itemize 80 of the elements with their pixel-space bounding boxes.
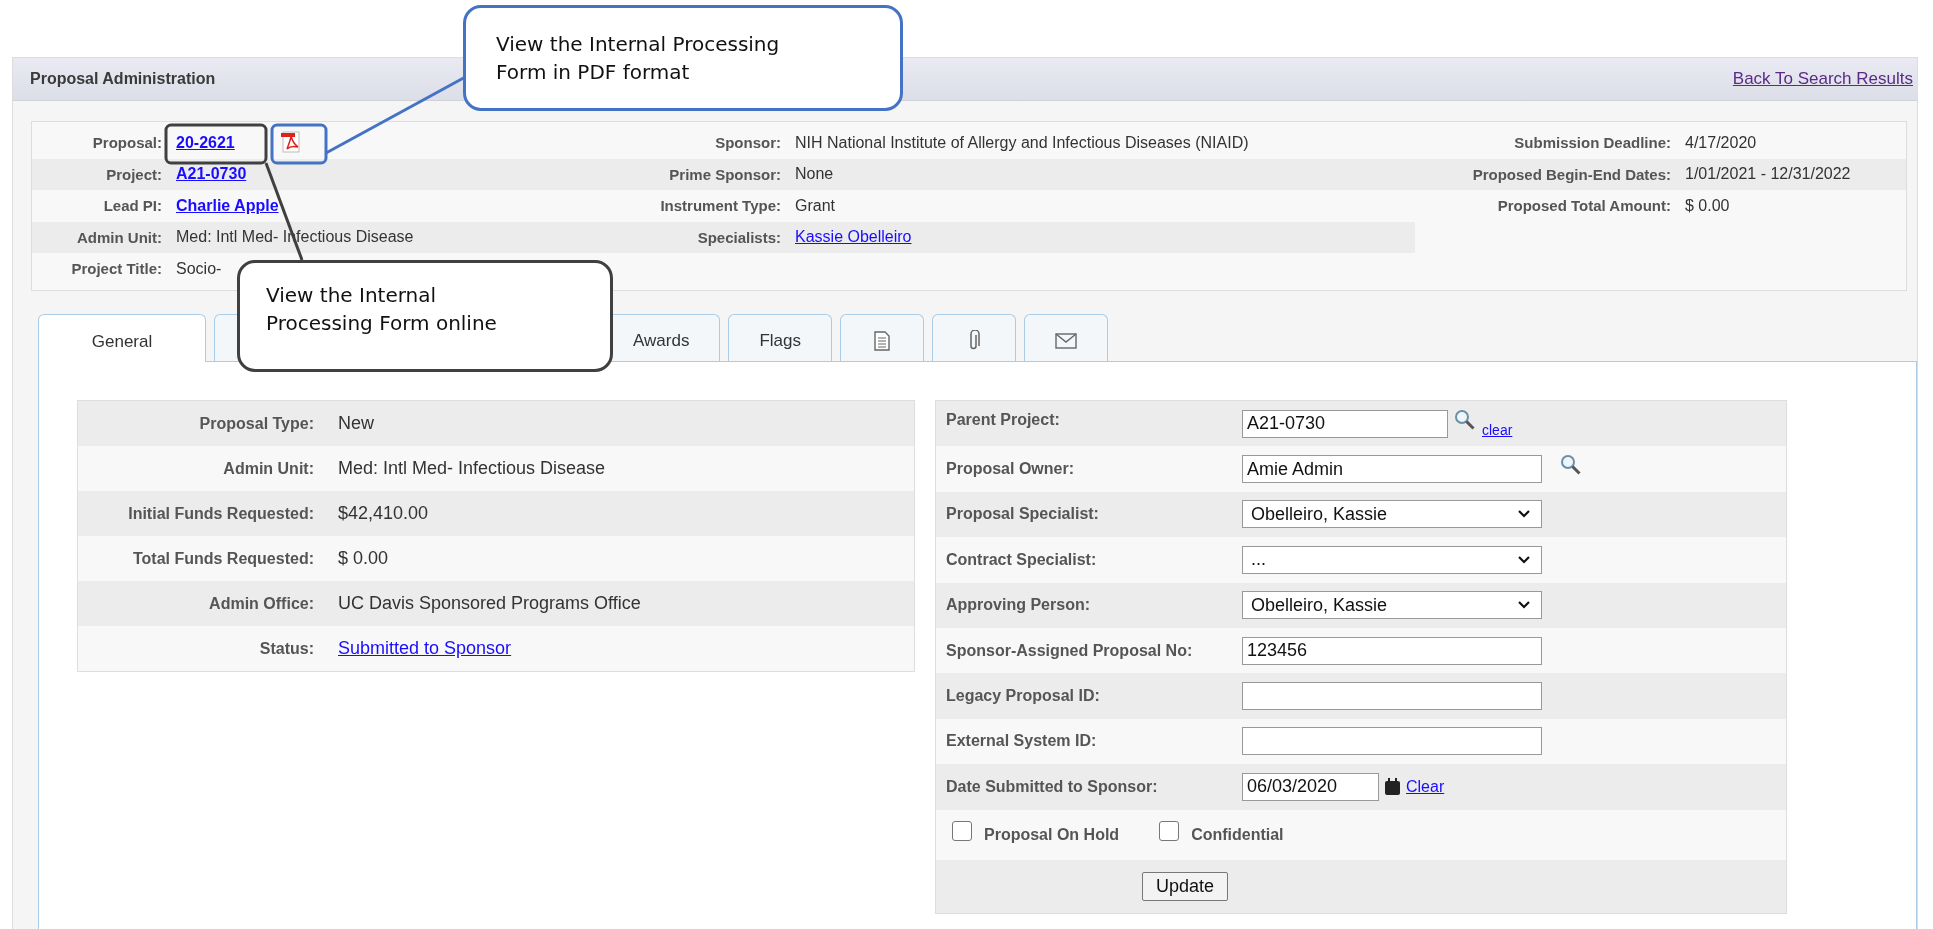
field-value: Med: Intl Med- Infectious Disease [338,458,606,478]
field-label: Proposed Begin-End Dates: [1471,165,1672,183]
field-label: Instrument Type: [659,197,782,215]
input-field[interactable] [1242,682,1542,711]
document-icon [873,331,890,351]
field-value: $ 0.00 [1685,196,1730,215]
field-label: External System ID: [945,732,1098,751]
dropdown[interactable]: Obelleiro, Kassie [1242,500,1542,529]
field-value: $ 0.00 [338,548,389,568]
field-label: Proposal Specialist: [945,505,1100,524]
field-label: Project: [105,165,163,183]
search-icon[interactable] [1560,454,1582,477]
field-label: Admin Unit: [222,459,314,478]
field-value: New [338,413,374,433]
field-label: Legacy Proposal ID: [945,687,1101,706]
chevron-down-icon [1517,509,1531,520]
tab[interactable] [1023,314,1108,361]
field-label: Admin Unit: [76,228,163,246]
field-label: Sponsor-Assigned Proposal No: [945,641,1194,660]
value-link[interactable]: Charlie Apple [176,196,279,215]
field-value: Grant [795,196,835,215]
field-label: Proposed Total Amount: [1496,197,1672,215]
checkbox[interactable] [952,820,972,841]
status-link[interactable]: Submitted to Sponsor [338,638,512,658]
dropdown[interactable]: Obelleiro, Kassie [1242,591,1542,620]
field-label: Parent Project: [945,410,1061,429]
page-title: Proposal Administration [30,70,216,88]
field-value: 4/17/2020 [1685,133,1757,152]
field-label: Project Title: [70,260,163,278]
field-value: $42,410.00 [338,503,429,523]
field-value: Socio- [176,259,222,278]
pdf-icon[interactable] [280,130,301,153]
search-icon[interactable] [1454,408,1476,431]
envelope-icon [1054,333,1077,349]
dropdown[interactable]: ... [1242,545,1542,574]
tab[interactable]: Flags [728,314,832,361]
field-label: Initial Funds Requested: [127,504,314,523]
back-link[interactable]: Back To Search Results [1732,69,1913,89]
field-label: Specialists: [696,228,782,246]
field-label: Approving Person: [945,596,1091,615]
calendar-icon[interactable] [1385,778,1400,796]
value-link[interactable]: Kassie Obelleiro [795,228,912,247]
field-label: Submission Deadline: [1513,134,1672,152]
value-link[interactable]: A21-0730 [176,165,247,184]
field-label: Lead PI: [102,197,163,215]
paperclip-icon [967,330,980,352]
date-field[interactable]: 06/03/2020 [1242,772,1379,801]
tab[interactable] [839,314,924,361]
chevron-down-icon [1517,600,1531,611]
field-label: Proposal Type: [198,414,314,433]
proposal-link[interactable]: 20-2621 [176,133,235,152]
field-label: Proposal Owner: [945,460,1076,479]
input-field[interactable]: Amie Admin [1242,455,1542,484]
field-value: 1/01/2021 - 12/31/2022 [1685,165,1851,184]
field-label: Date Submitted to Sponsor: [945,777,1159,796]
field-label: Contract Specialist: [945,550,1098,569]
checkbox-label: Confidential [1191,825,1284,844]
field-value: UC Davis Sponsored Programs Office [338,593,641,613]
tab[interactable] [931,314,1016,361]
input-field[interactable]: A21-0730 [1242,409,1448,438]
field-label: Proposal: [91,134,163,152]
clear-link[interactable]: clear [1482,421,1513,438]
update-button[interactable]: Update [1142,871,1229,901]
field-value: NIH National Institute of Allergy and Infectious Diseases (NIAID) [795,133,1249,152]
field-label: Prime Sponsor: [668,165,782,183]
clear-link[interactable]: Clear [1406,777,1445,796]
field-value: None [795,165,834,184]
highlight-frame [270,123,328,165]
checkbox[interactable] [1159,820,1180,841]
input-field[interactable]: 123456 [1242,636,1542,665]
field-label: Total Funds Requested: [131,549,314,568]
chevron-down-icon [1517,554,1531,565]
field-label: Sponsor: [714,134,782,152]
field-label: Admin Office: [208,594,314,613]
callout-tooltip: View the Internal Processing Form in PDF format [463,5,903,111]
field-label: Status: [258,639,314,658]
callout-tooltip: View the Internal Processing Form online [237,260,613,372]
input-field[interactable] [1242,727,1542,756]
checkbox-label: Proposal On Hold [984,825,1120,844]
tab[interactable]: General [38,314,206,362]
